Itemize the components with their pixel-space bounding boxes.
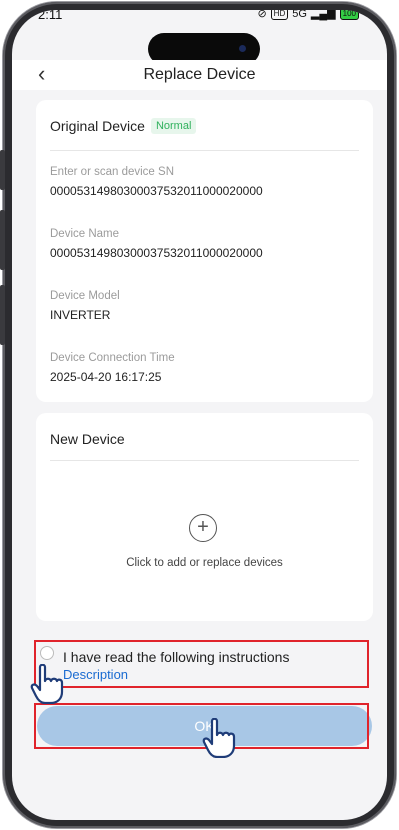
device-name-value: 00005314980300037532011000020000 [50, 246, 263, 260]
signal-label: 5G [292, 10, 307, 20]
original-device-heading: Original Device Normal [50, 118, 197, 134]
connection-time-label: Device Connection Time [50, 352, 175, 364]
status-time: 2:11 [38, 10, 63, 22]
add-device-text[interactable]: Click to add or replace devices [36, 557, 373, 569]
new-device-heading: New Device [50, 431, 125, 447]
device-model-label: Device Model [50, 290, 120, 302]
signal-icon: ▂▄▆ [310, 10, 336, 20]
plus-circle-icon[interactable]: + [189, 514, 217, 542]
page-title: Replace Device [143, 66, 256, 83]
phone-side-button [0, 210, 5, 270]
original-device-title: Original Device [50, 118, 145, 134]
agreement-radio[interactable] [40, 646, 54, 660]
camera-icon [239, 45, 246, 52]
battery-icon: 100 [339, 10, 359, 20]
hd-icon: HD [270, 10, 289, 20]
screen: 2:11 ⊘ HD 5G ▂▄▆ 100 ‹ Replace Device Or… [12, 10, 387, 820]
sn-label: Enter or scan device SN [50, 166, 175, 178]
status-badge: Normal [150, 118, 197, 134]
original-device-card: Original Device Normal Enter or scan dev… [36, 100, 373, 402]
nav-header: ‹ Replace Device [12, 60, 387, 90]
new-device-card: New Device + Click to add or replace dev… [36, 413, 373, 621]
phone-side-button [0, 285, 5, 345]
divider [50, 460, 359, 461]
phone-side-button [0, 150, 5, 190]
pointing-hand-icon [30, 664, 64, 704]
device-model-value: INVERTER [50, 308, 111, 322]
connection-time-value: 2025-04-20 16:17:25 [50, 370, 162, 384]
no-call-icon: ⊘ [257, 10, 267, 20]
description-link[interactable]: Description [63, 667, 128, 682]
divider [50, 150, 359, 151]
pointing-hand-icon [202, 718, 236, 758]
sn-value[interactable]: 00005314980300037532011000020000 [50, 184, 263, 198]
agreement-text: I have read the following instructions [63, 649, 290, 665]
status-indicators: ⊘ HD 5G ▂▄▆ 100 [257, 10, 359, 20]
device-name-label: Device Name [50, 228, 120, 240]
